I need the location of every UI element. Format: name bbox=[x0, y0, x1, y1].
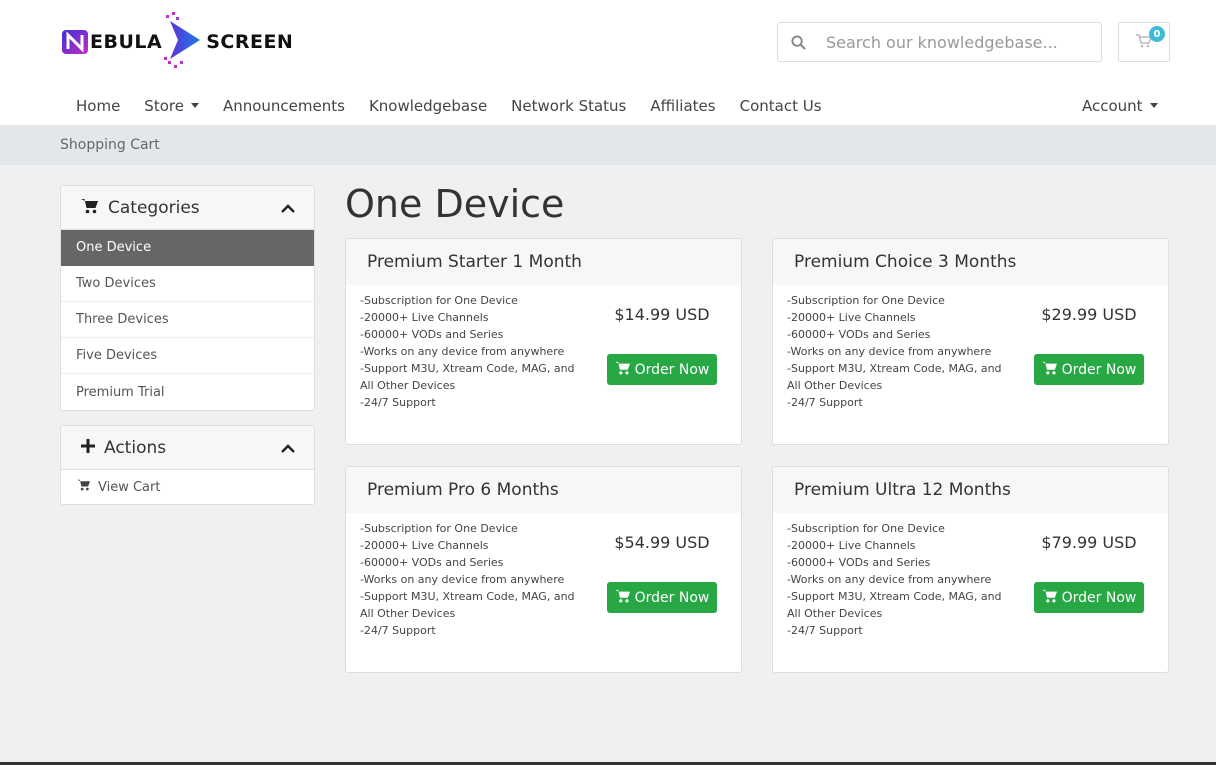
product-features: -Subscription for One Device -20000+ Liv… bbox=[360, 522, 575, 637]
product-price: $54.99 USD bbox=[614, 533, 710, 552]
search-input[interactable] bbox=[818, 32, 1088, 52]
actions-panel: Actions View Cart bbox=[60, 425, 315, 505]
breadcrumb: Shopping Cart bbox=[0, 125, 1216, 165]
search-icon[interactable] bbox=[778, 23, 818, 61]
cart-icon bbox=[614, 589, 631, 607]
order-now-button[interactable]: Order Now bbox=[607, 582, 717, 613]
category-three-devices[interactable]: Three Devices bbox=[61, 302, 314, 338]
site-header: EBULA SCREEN Search our knowledgebase...… bbox=[0, 0, 1216, 125]
logo-text-right: SCREEN bbox=[206, 31, 294, 53]
knowledgebase-search[interactable] bbox=[777, 22, 1102, 62]
product-name: Premium Choice 3 Months bbox=[773, 239, 1168, 285]
nav-knowledgebase[interactable]: Knowledgebase bbox=[357, 97, 499, 115]
product-features: -Subscription for One Device -20000+ Liv… bbox=[360, 294, 575, 409]
nav-announcements[interactable]: Announcements bbox=[211, 97, 357, 115]
category-five-devices[interactable]: Five Devices bbox=[61, 338, 314, 374]
actions-title: Actions bbox=[104, 437, 167, 458]
logo-text-left: EBULA bbox=[90, 31, 163, 53]
logo-n-icon bbox=[60, 27, 90, 57]
product-features: -Subscription for One Device -20000+ Liv… bbox=[787, 522, 1002, 637]
plus-icon bbox=[81, 438, 95, 457]
chevron-up-icon[interactable] bbox=[280, 199, 296, 218]
product-card: Premium Choice 3 Months -Subscription fo… bbox=[772, 238, 1169, 445]
view-cart-link[interactable]: View Cart bbox=[61, 470, 314, 504]
order-now-button[interactable]: Order Now bbox=[1034, 582, 1144, 613]
cart-icon bbox=[81, 198, 99, 218]
nav-account[interactable]: Account bbox=[1070, 88, 1170, 123]
nav-network-status[interactable]: Network Status bbox=[499, 97, 638, 115]
order-now-button[interactable]: Order Now bbox=[607, 354, 717, 385]
nav-store[interactable]: Store bbox=[132, 97, 211, 115]
category-two-devices[interactable]: Two Devices bbox=[61, 266, 314, 302]
chevron-up-icon[interactable] bbox=[280, 439, 296, 458]
caret-down-icon bbox=[1149, 103, 1158, 108]
category-one-device[interactable]: One Device bbox=[61, 230, 314, 266]
breadcrumb-current: Shopping Cart bbox=[60, 137, 160, 153]
actions-panel-header[interactable]: Actions bbox=[61, 426, 314, 470]
category-premium-trial[interactable]: Premium Trial bbox=[61, 374, 314, 410]
product-name: Premium Ultra 12 Months bbox=[773, 467, 1168, 513]
nav-affiliates[interactable]: Affiliates bbox=[638, 97, 727, 115]
page-title: One Device bbox=[345, 182, 565, 226]
cart-icon bbox=[1041, 589, 1058, 607]
categories-title: Categories bbox=[108, 197, 200, 218]
product-card: Premium Pro 6 Months -Subscription for O… bbox=[345, 466, 742, 673]
product-card: Premium Ultra 12 Months -Subscription fo… bbox=[772, 466, 1169, 673]
product-name: Premium Pro 6 Months bbox=[346, 467, 741, 513]
product-features: -Subscription for One Device -20000+ Liv… bbox=[787, 294, 1002, 409]
brand-logo[interactable]: EBULA SCREEN bbox=[60, 12, 293, 72]
caret-down-icon bbox=[190, 103, 199, 108]
categories-panel-header[interactable]: Categories bbox=[61, 186, 314, 230]
nav-contact-us[interactable]: Contact Us bbox=[728, 97, 834, 115]
cart-icon bbox=[614, 361, 631, 379]
product-card: Premium Starter 1 Month -Subscription fo… bbox=[345, 238, 742, 445]
product-price: $79.99 USD bbox=[1041, 533, 1137, 552]
product-price: $14.99 USD bbox=[614, 305, 710, 324]
nav-home[interactable]: Home bbox=[64, 97, 132, 115]
cart-count-badge: 0 bbox=[1149, 26, 1165, 42]
logo-arrow-icon bbox=[164, 12, 204, 68]
cart-icon bbox=[77, 479, 91, 495]
header-cart-button[interactable]: 0 bbox=[1118, 22, 1170, 62]
categories-panel: Categories One Device Two Devices Three … bbox=[60, 185, 315, 411]
product-price: $29.99 USD bbox=[1041, 305, 1137, 324]
product-name: Premium Starter 1 Month bbox=[346, 239, 741, 285]
main-nav: Home Store Announcements Knowledgebase N… bbox=[64, 88, 834, 123]
order-now-button[interactable]: Order Now bbox=[1034, 354, 1144, 385]
cart-icon bbox=[1041, 361, 1058, 379]
